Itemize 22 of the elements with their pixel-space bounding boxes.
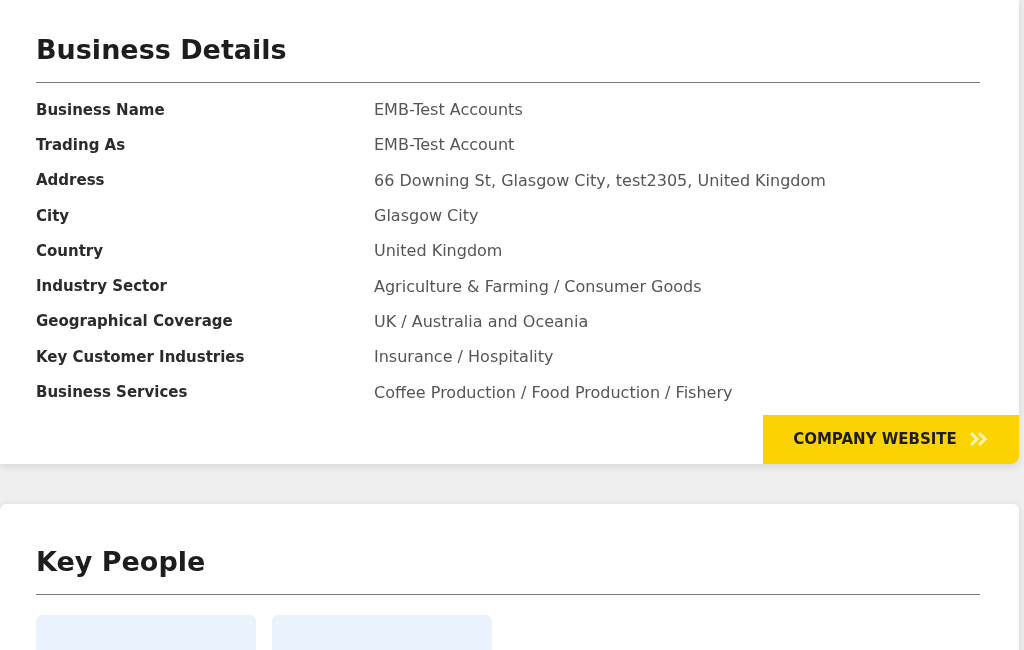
field-value: Agriculture & Farming / Consumer Goods [374, 276, 702, 296]
field-value: Glasgow City [374, 206, 479, 226]
field-value: EMB-Test Account [374, 135, 515, 155]
field-value: United Kingdom [374, 241, 503, 261]
field-value: 66 Downing St, Glasgow City, test2305, United Kingdom [374, 170, 826, 190]
field-label: Business Name [36, 100, 166, 119]
field-label: Industry Sector [36, 277, 168, 296]
field-label: Address [36, 171, 106, 190]
company-website-button[interactable]: COMPANY WEBSITE [763, 414, 1019, 464]
field-label: Geographical Coverage [36, 312, 234, 331]
field-value: UK / Australia and Oceania [374, 311, 589, 331]
section-title: Key People [36, 544, 207, 579]
field-label: Trading As [36, 135, 127, 154]
field-value: Coffee Production / Food Production / Fishery [374, 382, 733, 402]
field-value: Insurance / Hospitality [374, 347, 554, 367]
section-title: Business Details [36, 33, 288, 67]
field-label: Business Services [36, 383, 189, 401]
field-label: City [36, 206, 71, 225]
field-label: Key Customer Industries [36, 347, 246, 366]
field-label: Country [36, 241, 105, 260]
field-value: EMB-Test Accounts [374, 100, 523, 120]
double-chevron-icon [968, 431, 989, 448]
